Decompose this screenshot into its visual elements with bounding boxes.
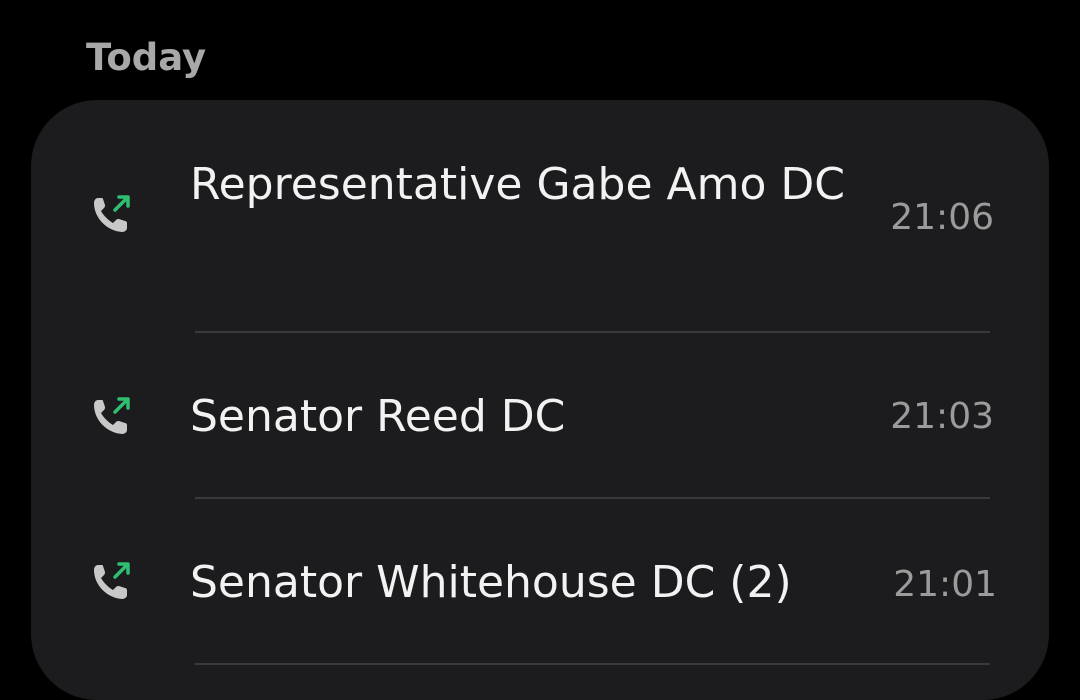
- contact-name: Senator Reed DC: [190, 391, 566, 442]
- call-log-item[interactable]: Representative Gabe Amo DC 21:06: [31, 100, 1049, 332]
- call-log-card: Representative Gabe Amo DC 21:06 Senator…: [31, 100, 1049, 700]
- contact-name: Representative Gabe Amo DC: [190, 159, 845, 210]
- call-log-item[interactable]: Senator Whitehouse DC (2) 21:01: [31, 499, 1049, 663]
- section-header-today: Today: [86, 36, 207, 79]
- call-log-item[interactable]: Senator Reed DC 21:03: [31, 333, 1049, 497]
- outgoing-call-icon: [94, 397, 130, 434]
- outgoing-call-icon: [94, 195, 130, 232]
- contact-name: Senator Whitehouse DC (2): [190, 557, 792, 608]
- call-time: 21:01: [893, 564, 997, 605]
- call-time: 21:06: [890, 197, 994, 238]
- outgoing-call-icon: [94, 562, 130, 599]
- call-time: 21:03: [890, 396, 994, 437]
